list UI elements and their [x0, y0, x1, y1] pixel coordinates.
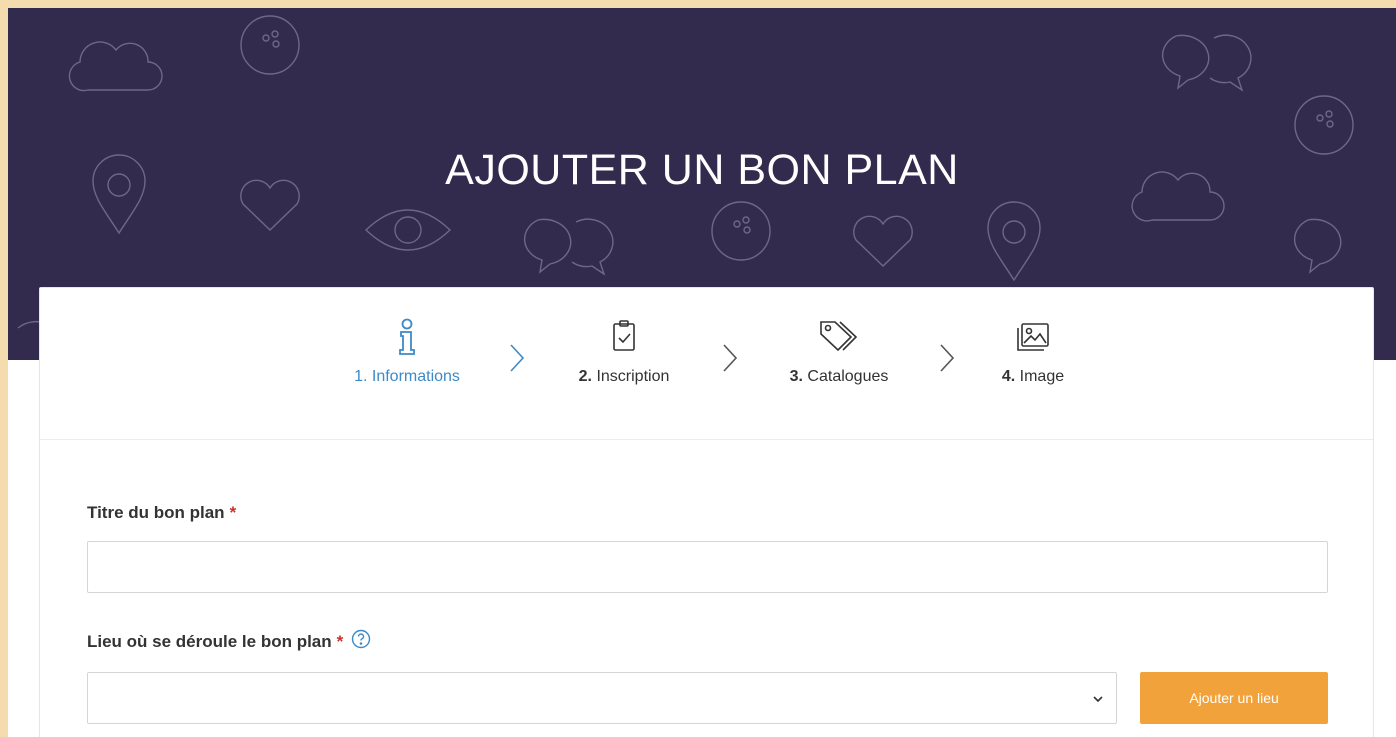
step-label: Informations: [371, 368, 460, 385]
eye-icon: [364, 209, 452, 251]
form-card: 1. Informations 2. Inscription 3. Catalo…: [39, 287, 1374, 737]
step-number: 3.: [789, 368, 803, 385]
step-number: 1.: [354, 368, 368, 385]
location-pin-icon: [987, 201, 1041, 282]
wizard-steps: 1. Informations 2. Inscription 3. Catalo…: [40, 288, 1373, 440]
info-icon: [399, 318, 415, 355]
title-input[interactable]: [87, 541, 1328, 593]
chevron-right-icon: [723, 344, 738, 372]
title-field-label: Titre du bon plan *: [87, 503, 1328, 523]
chat-bubbles-icon: [1293, 218, 1342, 274]
chat-bubbles-icon: [523, 218, 614, 276]
help-circle-icon[interactable]: [351, 629, 371, 654]
clipboard-check-icon: [613, 320, 635, 351]
chevron-right-icon: [940, 344, 955, 372]
step-label: Image: [1019, 368, 1065, 385]
place-select[interactable]: [87, 672, 1118, 724]
required-mark: *: [229, 503, 237, 522]
bowling-ball-icon: [240, 15, 300, 75]
page: AJOUTER UN BON PLAN 1. Informations 2. I…: [8, 8, 1396, 737]
chat-bubbles-icon: [1161, 34, 1252, 92]
step-informations[interactable]: 1. Informations: [343, 318, 471, 386]
step-inscription[interactable]: 2. Inscription: [573, 318, 675, 386]
required-mark: *: [336, 631, 344, 651]
bowling-ball-icon: [711, 201, 771, 261]
step-catalogues[interactable]: 3. Catalogues: [784, 318, 894, 386]
step-label: Inscription: [596, 368, 670, 385]
add-place-button[interactable]: Ajouter un lieu: [1140, 672, 1328, 724]
place-field-label: Lieu où se déroule le bon plan *: [87, 629, 1328, 654]
step-image[interactable]: 4. Image: [995, 318, 1071, 386]
place-row: Ajouter un lieu: [87, 672, 1328, 724]
step-number: 2.: [578, 368, 592, 385]
step-label: Catalogues: [807, 368, 889, 385]
cloud-icon: [68, 41, 163, 92]
label-text: Lieu où se déroule le bon plan: [87, 631, 332, 651]
tags-icon: [820, 321, 858, 352]
label-text: Titre du bon plan: [87, 503, 225, 522]
form: Titre du bon plan * Lieu où se déroule l…: [87, 503, 1328, 724]
chevron-down-icon: [1093, 696, 1103, 703]
images-icon: [1017, 323, 1049, 351]
page-title: AJOUTER UN BON PLAN: [445, 146, 959, 194]
chevron-right-icon: [510, 344, 525, 372]
heart-icon: [853, 215, 913, 267]
step-number: 4.: [1001, 368, 1016, 385]
